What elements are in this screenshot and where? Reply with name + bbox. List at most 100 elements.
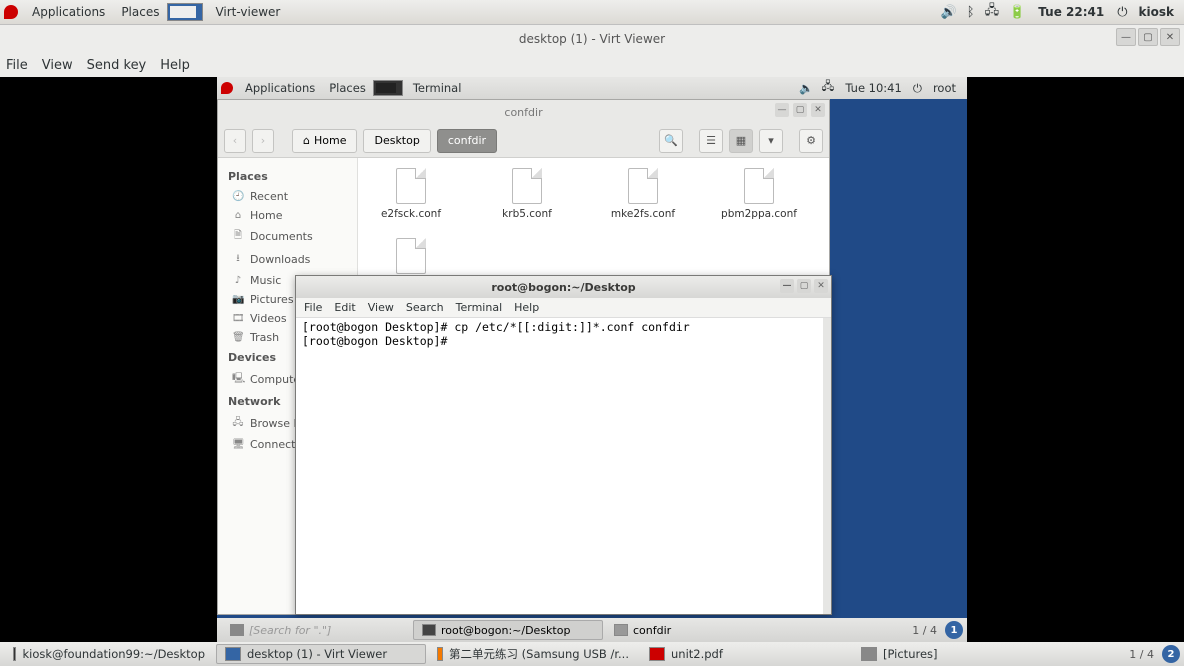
power-icon[interactable]: ⏻	[909, 81, 926, 96]
terminal-menu-edit[interactable]: Edit	[334, 301, 355, 314]
folder-icon	[614, 624, 628, 636]
network-icon: 🖧	[232, 415, 244, 432]
taskbar-label: unit2.pdf	[671, 647, 723, 661]
taskbar-item-terminal[interactable]: root@bogon:~/Desktop	[413, 620, 603, 640]
virt-menu-help[interactable]: Help	[160, 58, 190, 73]
workspace-label: 1 / 4	[1123, 648, 1160, 661]
file-item[interactable]: krb5.conf	[484, 168, 570, 220]
taskbar-item-pictures[interactable]: [Pictures]	[852, 644, 1062, 664]
videos-icon: 🎞	[232, 313, 244, 324]
search-button[interactable]: 🔍	[659, 129, 683, 153]
taskbar-label: kiosk@foundation99:~/Desktop	[22, 647, 205, 661]
volume-icon[interactable]: 🔈	[795, 81, 817, 95]
terminal-icon	[13, 647, 16, 661]
terminal-body[interactable]: [root@bogon Desktop]# cp /etc/*[[:digit:…	[296, 318, 831, 614]
guest-running-app-label[interactable]: Terminal	[406, 81, 469, 95]
taskbar-item-confdir[interactable]: confdir	[605, 620, 795, 640]
path-segment-confdir[interactable]: confdir	[437, 129, 497, 153]
workspace-indicator[interactable]: 2	[1162, 645, 1180, 663]
taskbar-item-exercise-doc[interactable]: 第二单元练习 (Samsung USB /r...	[428, 644, 638, 664]
guest-places-menu[interactable]: Places	[322, 81, 373, 95]
path-label: Home	[314, 134, 346, 147]
guest-clock[interactable]: Tue 10:41	[838, 81, 908, 95]
network-icon[interactable]: 🖧	[980, 1, 1005, 23]
taskbar-item-virt-viewer[interactable]: desktop (1) - Virt Viewer	[216, 644, 426, 664]
terminal-menu-file[interactable]: File	[304, 301, 322, 314]
minimize-button[interactable]: —	[1116, 28, 1136, 46]
view-grid-button[interactable]: ▦	[729, 129, 753, 153]
vm-desktop[interactable]: Applications Places Terminal 🔈 🖧 Tue 10:…	[217, 77, 967, 642]
terminal-menubar: File Edit View Search Terminal Help	[296, 298, 831, 318]
file-item[interactable]: e2fsck.conf	[368, 168, 454, 220]
nautilus-title-text: confdir	[504, 106, 542, 119]
virt-viewer-window: desktop (1) - Virt Viewer — ▢ ✕ File Vie…	[0, 24, 1184, 642]
minimize-button[interactable]: —	[775, 103, 789, 117]
maximize-button[interactable]: ▢	[797, 279, 811, 293]
guest-running-app-preview[interactable]	[373, 80, 403, 96]
terminal-menu-help[interactable]: Help	[514, 301, 539, 314]
folder-icon	[861, 647, 877, 661]
taskbar-item-unit2-pdf[interactable]: unit2.pdf	[640, 644, 850, 664]
maximize-button[interactable]: ▢	[793, 103, 807, 117]
host-clock[interactable]: Tue 22:41	[1030, 5, 1112, 19]
network-icon[interactable]: 🖧	[818, 79, 839, 98]
volume-icon[interactable]: 🔊	[936, 5, 962, 20]
maximize-button[interactable]: ▢	[1138, 28, 1158, 46]
sidebar-label: Recent	[250, 190, 288, 203]
sidebar-label: Documents	[250, 230, 313, 243]
sidebar-documents[interactable]: 🗎Documents	[218, 225, 357, 248]
nav-forward-button[interactable]: ›	[252, 129, 274, 153]
bluetooth-icon[interactable]: ᛒ	[962, 5, 980, 20]
sidebar-home[interactable]: ⌂Home	[218, 206, 357, 225]
file-icon	[396, 168, 426, 204]
terminal-menu-terminal[interactable]: Terminal	[456, 301, 503, 314]
virt-menubar: File View Send key Help	[0, 53, 1184, 77]
view-menu-button[interactable]: ▾	[759, 129, 783, 153]
file-icon	[628, 168, 658, 204]
settings-button[interactable]: ⚙	[799, 129, 823, 153]
editor-icon	[437, 647, 443, 661]
sidebar-downloads[interactable]: ⭳Downloads	[218, 248, 357, 271]
close-button[interactable]: ✕	[1160, 28, 1180, 46]
path-segment-home[interactable]: ⌂Home	[292, 129, 357, 153]
workspace-indicator[interactable]: 1	[945, 621, 963, 639]
sidebar-label: Home	[250, 209, 282, 222]
host-applications-menu[interactable]: Applications	[24, 5, 113, 19]
path-label: Desktop	[374, 134, 419, 147]
sidebar-recent[interactable]: 🕘Recent	[218, 187, 357, 206]
close-button[interactable]: ✕	[814, 279, 828, 293]
terminal-titlebar: root@bogon:~/Desktop — ▢ ✕	[296, 276, 831, 298]
taskbar-item-kiosk-terminal[interactable]: kiosk@foundation99:~/Desktop	[4, 644, 214, 664]
virt-menu-file[interactable]: File	[6, 58, 28, 73]
host-running-app-label[interactable]: Virt-viewer	[207, 5, 288, 19]
taskbar-label: desktop (1) - Virt Viewer	[247, 647, 387, 661]
taskbar-label: root@bogon:~/Desktop	[441, 624, 570, 637]
file-icon	[396, 238, 426, 274]
nav-back-button[interactable]: ‹	[224, 129, 246, 153]
computer-icon: 🖳	[232, 371, 244, 388]
close-button[interactable]: ✕	[811, 103, 825, 117]
terminal-icon	[422, 624, 436, 636]
virt-menu-view[interactable]: View	[42, 58, 73, 73]
file-icon	[512, 168, 542, 204]
sidebar-label: Pictures	[250, 293, 294, 306]
guest-search-field[interactable]: [Search for "."]	[221, 620, 411, 640]
minimize-button[interactable]: —	[780, 279, 794, 293]
view-list-button[interactable]: ☰	[699, 129, 723, 153]
host-running-app-preview[interactable]	[167, 3, 203, 21]
guest-applications-menu[interactable]: Applications	[238, 81, 322, 95]
file-item[interactable]: mke2fs.conf	[600, 168, 686, 220]
terminal-menu-view[interactable]: View	[368, 301, 394, 314]
music-icon: ♪	[232, 275, 244, 286]
virt-menu-sendkey[interactable]: Send key	[87, 58, 147, 73]
sidebar-label: Connect	[250, 438, 295, 451]
power-icon[interactable]: ⏻	[1112, 5, 1132, 20]
host-places-menu[interactable]: Places	[113, 5, 167, 19]
path-segment-desktop[interactable]: Desktop	[363, 129, 430, 153]
pdf-icon	[649, 647, 665, 661]
host-user-label[interactable]: kiosk	[1133, 5, 1180, 19]
guest-user-label[interactable]: root	[926, 81, 963, 95]
battery-icon[interactable]: 🔋	[1004, 5, 1030, 20]
file-item[interactable]: pbm2ppa.conf	[716, 168, 802, 220]
terminal-menu-search[interactable]: Search	[406, 301, 444, 314]
